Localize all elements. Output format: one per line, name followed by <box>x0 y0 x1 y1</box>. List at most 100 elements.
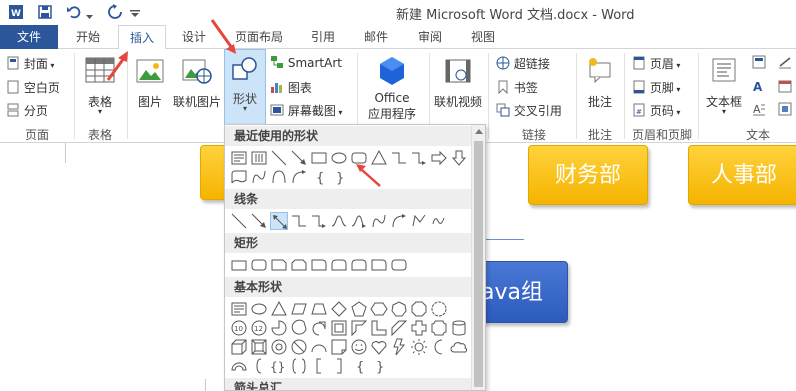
save-icon[interactable] <box>37 4 53 23</box>
shape-bevel-icon[interactable] <box>250 338 268 356</box>
shape-circle10-icon[interactable]: 10 <box>230 319 248 337</box>
shape-freeform-icon[interactable] <box>410 212 428 230</box>
shape-trapezoid-icon[interactable] <box>310 300 328 318</box>
shape-lbrace-icon[interactable]: { <box>350 357 368 375</box>
shape-arrowline-icon[interactable] <box>250 212 268 230</box>
shape-curve-icon[interactable] <box>370 212 388 230</box>
undo-dropdown-icon[interactable] <box>86 9 93 23</box>
signature-line-button[interactable] <box>778 55 792 72</box>
comment-button[interactable]: 批注 <box>580 53 620 125</box>
shape-dblarrow-icon[interactable] <box>270 212 288 230</box>
shape-lsq-icon[interactable] <box>310 357 328 375</box>
tab-mailings[interactable]: 邮件 <box>358 25 394 49</box>
shape-textbox-icon[interactable] <box>230 300 248 318</box>
shape-donut-icon[interactable] <box>270 338 288 356</box>
shape-rrect-icon[interactable] <box>390 256 408 274</box>
shape-elbow-icon[interactable] <box>390 149 408 167</box>
screenshot-button[interactable]: 屏幕截图 ▾ <box>270 102 342 119</box>
shape-rect-icon[interactable] <box>310 149 328 167</box>
shape-diagstripe-icon[interactable] <box>390 319 408 337</box>
shape-oval-icon[interactable] <box>250 300 268 318</box>
shape-elbowarrow-icon[interactable] <box>310 212 328 230</box>
shape-plaque-icon[interactable] <box>430 319 448 337</box>
tab-references[interactable]: 引用 <box>305 25 341 49</box>
shape-rrect-icon[interactable] <box>350 149 368 167</box>
shape-pentagon-icon[interactable] <box>350 300 368 318</box>
org-box-finance[interactable]: 财务部 <box>528 145 648 205</box>
picture-button[interactable]: 图片 <box>132 53 168 125</box>
shape-lbrace-icon[interactable]: { <box>310 168 328 186</box>
shape-cube-icon[interactable] <box>230 338 248 356</box>
shape-snip2-icon[interactable] <box>290 256 308 274</box>
shape-octagon-icon[interactable] <box>410 300 428 318</box>
object-button[interactable] <box>778 102 792 119</box>
shape-arrowline-icon[interactable] <box>290 149 308 167</box>
shape-lightning-icon[interactable] <box>390 338 408 356</box>
shape-heptagon-icon[interactable] <box>390 300 408 318</box>
shape-lshape-icon[interactable] <box>370 319 388 337</box>
quick-parts-button[interactable] <box>752 55 766 72</box>
footer-button[interactable]: 页脚 ▾ <box>632 79 680 96</box>
shape-decagon-icon[interactable] <box>430 300 448 318</box>
undo-icon[interactable] <box>66 4 82 23</box>
shape-elbowarrow-icon[interactable] <box>410 149 428 167</box>
shape-diamond-icon[interactable] <box>330 300 348 318</box>
redo-icon[interactable] <box>107 4 123 23</box>
shape-curvedconnarr-icon[interactable] <box>350 212 368 230</box>
tab-layout[interactable]: 页面布局 <box>226 25 292 49</box>
shape-rsq-icon[interactable] <box>330 357 348 375</box>
shape-moon-icon[interactable] <box>430 338 448 356</box>
shape-curve-icon[interactable] <box>250 168 268 186</box>
shape-chord-icon[interactable] <box>290 319 308 337</box>
shape-heart-icon[interactable] <box>370 338 388 356</box>
shape-scribble-icon[interactable] <box>430 212 448 230</box>
shape-dblbracket-icon[interactable] <box>290 357 308 375</box>
office-apps-button[interactable]: Office 应用程序 <box>360 53 424 125</box>
shape-smiley-icon[interactable] <box>350 338 368 356</box>
shape-halfframe-icon[interactable] <box>350 319 368 337</box>
shape-circle12-icon[interactable]: 12 <box>250 319 268 337</box>
shape-nosymbol-icon[interactable] <box>290 338 308 356</box>
org-box-hr[interactable]: 人事部 <box>688 145 796 205</box>
shape-rect1-icon[interactable] <box>230 256 248 274</box>
shape-blockarc-icon[interactable] <box>230 357 248 375</box>
scroll-up-icon[interactable] <box>475 129 483 134</box>
hyperlink-button[interactable]: 超链接 <box>496 55 550 72</box>
shape-rarrow-icon[interactable] <box>430 149 448 167</box>
drop-cap-button[interactable]: A <box>752 102 766 119</box>
table-button[interactable]: 表格 ▾ <box>80 53 120 125</box>
textbox-button[interactable]: 文本框 ▾ <box>702 53 746 125</box>
shape-tri-icon[interactable] <box>370 149 388 167</box>
shape-parallelogram-icon[interactable] <box>290 300 308 318</box>
shape-hexagon-icon[interactable] <box>370 300 388 318</box>
blank-page-button[interactable]: 空白页 <box>6 79 60 96</box>
shape-round1-icon[interactable] <box>310 256 328 274</box>
shape-curve2-icon[interactable] <box>270 168 288 186</box>
tab-view[interactable]: 视图 <box>465 25 501 49</box>
shape-foldedcorner-icon[interactable] <box>330 338 348 356</box>
shape-frame-icon[interactable] <box>330 319 348 337</box>
shape-line-icon[interactable] <box>230 212 248 230</box>
page-number-button[interactable]: # 页码 ▾ <box>632 102 680 119</box>
shape-curvedarr-icon[interactable] <box>290 168 308 186</box>
shape-flowalt-icon[interactable] <box>230 168 248 186</box>
tab-file[interactable]: 文件 <box>0 25 58 49</box>
chart-button[interactable]: 图表 <box>270 79 312 96</box>
shape-snip1-icon[interactable] <box>270 256 288 274</box>
shape-curvedconn-icon[interactable] <box>330 212 348 230</box>
shape-cloud-icon[interactable] <box>450 338 468 356</box>
shape-can-icon[interactable] <box>450 319 468 337</box>
online-picture-button[interactable]: 联机图片 <box>170 53 224 125</box>
shape-rbrace-icon[interactable]: } <box>330 168 348 186</box>
shape-plus-icon[interactable] <box>410 319 428 337</box>
shape-rbrace-icon[interactable]: } <box>370 357 388 375</box>
shape-oval-icon[interactable] <box>330 149 348 167</box>
shape-line-icon[interactable] <box>270 149 288 167</box>
shape-sun-icon[interactable] <box>410 338 428 356</box>
tab-home[interactable]: 开始 <box>66 25 110 49</box>
date-time-button[interactable] <box>778 79 792 96</box>
shape-round2-icon[interactable] <box>330 256 348 274</box>
shape-elbow-icon[interactable] <box>290 212 308 230</box>
shape-curvedarr-icon[interactable] <box>390 212 408 230</box>
gallery-scrollbar[interactable] <box>471 125 485 390</box>
